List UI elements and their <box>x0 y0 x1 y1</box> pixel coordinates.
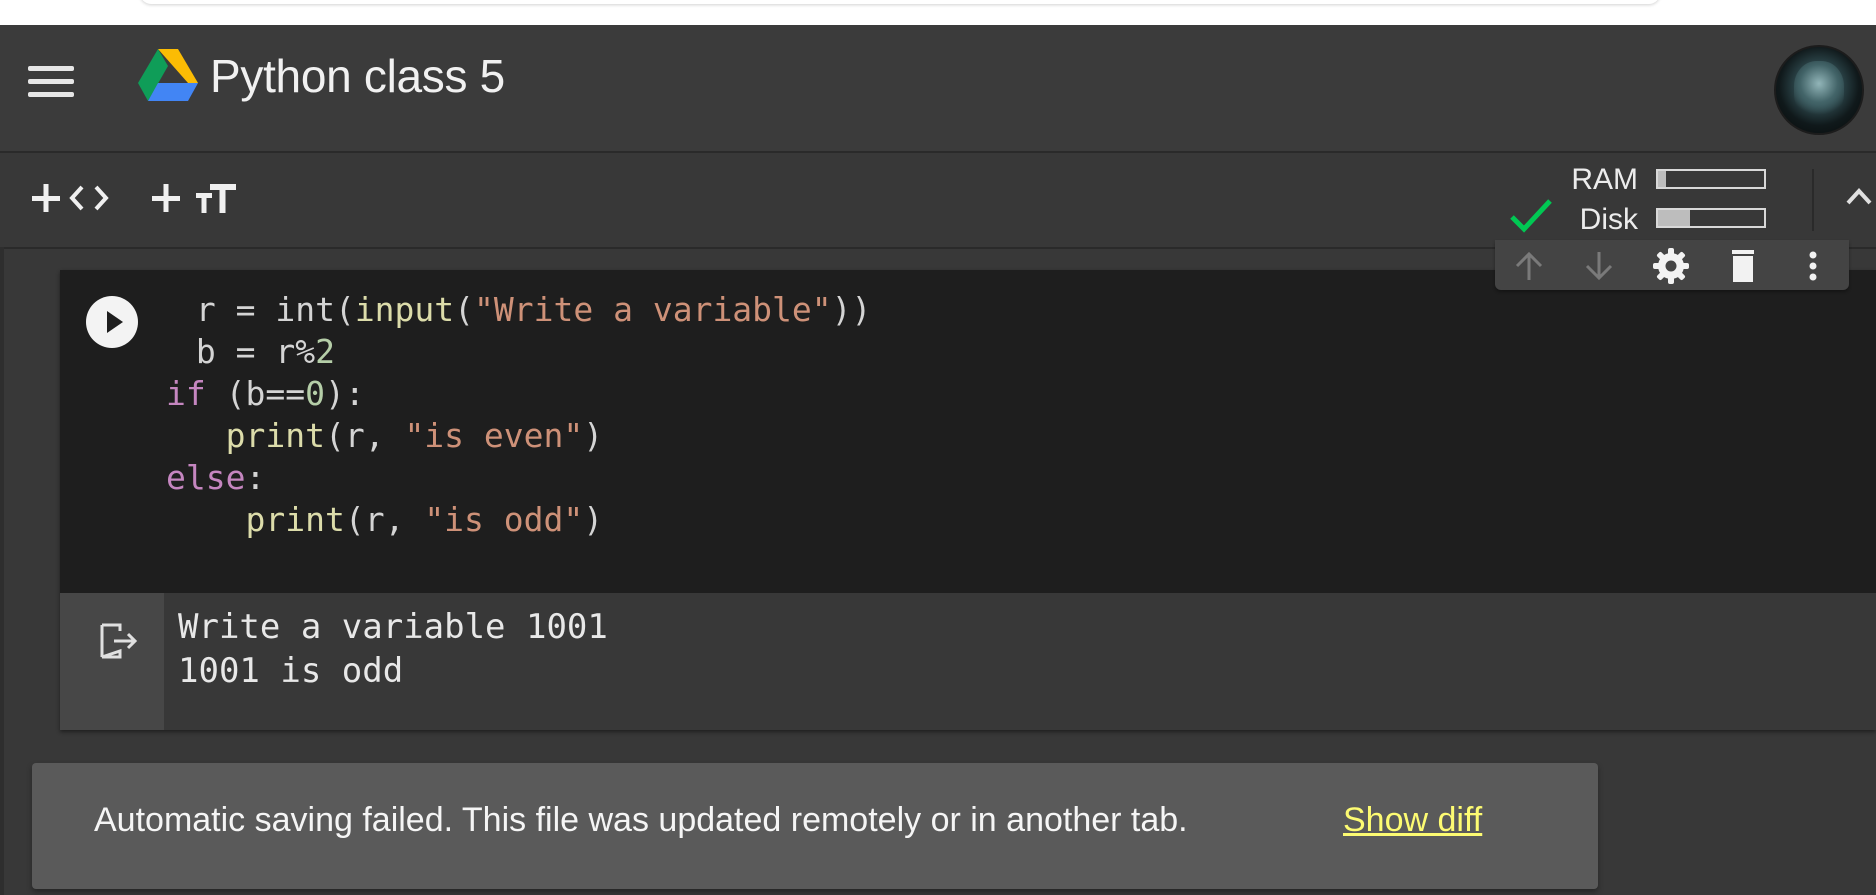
browser-top-strip <box>0 0 1876 25</box>
settings-gear-icon[interactable] <box>1651 246 1691 286</box>
code-editor[interactable]: r = int(input("Write a variable")) b = r… <box>60 270 1876 593</box>
ram-usage-fill <box>1658 171 1667 187</box>
header: Python class 5 <box>0 25 1876 153</box>
output-gutter <box>60 593 164 730</box>
disk-label: Disk <box>1579 203 1638 236</box>
code-line-1: r = int(input("Write a variable")) <box>176 290 872 329</box>
toolbar-divider <box>1812 169 1814 231</box>
move-down-icon[interactable] <box>1579 246 1619 286</box>
output-line-2: 1001 is odd <box>178 651 404 691</box>
code-line-2: b = r%2 <box>176 332 335 371</box>
delete-trash-icon[interactable] <box>1723 246 1763 286</box>
run-cell-button[interactable] <box>86 296 138 348</box>
cell-focus-rail <box>0 247 4 895</box>
add-code-cell-button[interactable] <box>30 175 120 221</box>
connected-check-icon[interactable] <box>1508 193 1554 237</box>
clear-output-icon[interactable] <box>96 619 140 663</box>
plus-code-icon <box>32 184 109 212</box>
plus-text-icon <box>152 184 236 213</box>
chevron-up-icon[interactable] <box>1842 181 1876 215</box>
code-line-5: else: <box>166 458 266 497</box>
lion-avatar-image <box>1794 61 1844 117</box>
disk-usage-bar[interactable] <box>1656 208 1766 228</box>
add-text-cell-button[interactable] <box>150 175 250 221</box>
cell-output: Write a variable 1001 1001 is odd <box>60 593 1876 730</box>
autosave-failed-snackbar: Automatic saving failed. This file was u… <box>32 763 1598 889</box>
google-drive-icon[interactable] <box>138 49 198 103</box>
code-line-6: print(r, "is odd") <box>245 500 604 539</box>
code-line-3: if (b==0): <box>166 374 365 413</box>
code-cell[interactable]: r = int(input("Write a variable")) b = r… <box>60 270 1876 730</box>
disk-usage-fill <box>1658 210 1690 226</box>
colab-app: Python class 5 RAM Disk r = int(input("W… <box>0 25 1876 895</box>
notebook-toolbar: RAM Disk <box>0 153 1876 249</box>
notebook-title[interactable]: Python class 5 <box>210 49 505 103</box>
cell-toolbar <box>1495 240 1849 290</box>
user-avatar[interactable] <box>1774 45 1864 135</box>
snackbar-message: Automatic saving failed. This file was u… <box>94 801 1188 839</box>
output-line-1: Write a variable 1001 <box>178 607 608 647</box>
ram-usage-bar[interactable] <box>1656 169 1766 189</box>
browser-address-bar[interactable] <box>140 0 1660 4</box>
show-diff-link[interactable]: Show diff <box>1343 801 1482 840</box>
code-line-4: print(r, "is even") <box>225 416 604 455</box>
ram-label: RAM <box>1571 163 1638 196</box>
move-up-icon[interactable] <box>1509 246 1549 286</box>
menu-icon[interactable] <box>24 61 78 105</box>
more-vert-icon[interactable] <box>1793 246 1833 286</box>
